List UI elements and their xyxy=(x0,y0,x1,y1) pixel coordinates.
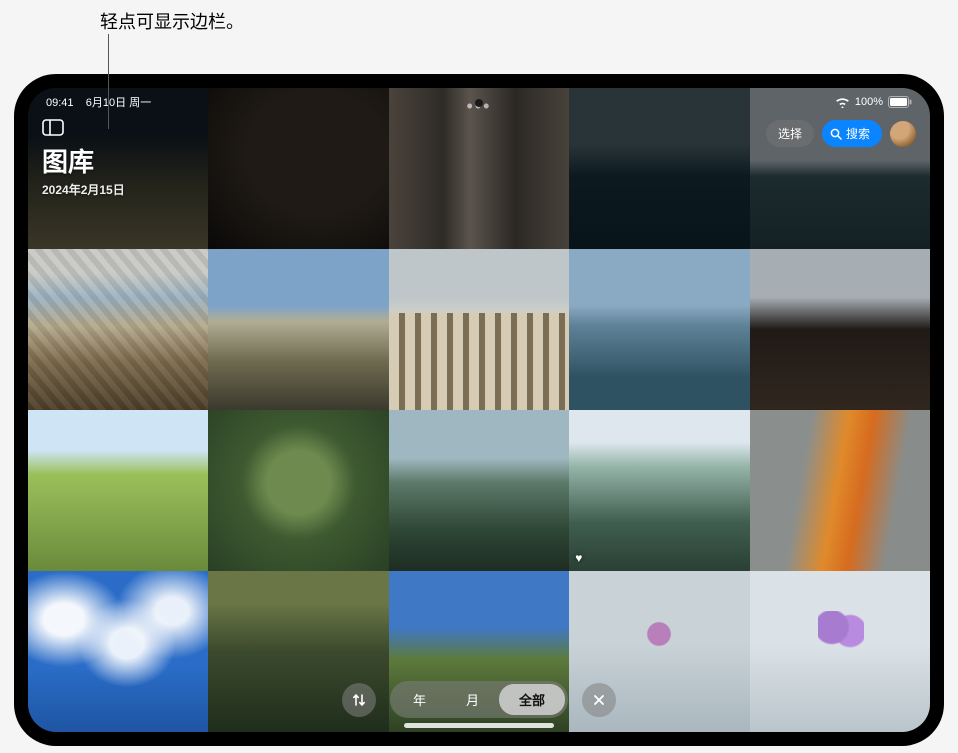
wifi-icon xyxy=(835,97,850,108)
search-button[interactable]: 搜索 xyxy=(822,120,882,147)
sidebar-toggle-button[interactable] xyxy=(42,118,64,136)
status-left: 09:41 6月10日 周一 xyxy=(46,94,151,110)
page-subtitle: 2024年2月15日 xyxy=(42,181,125,198)
front-camera-dot xyxy=(475,99,483,107)
status-date: 6月10日 周一 xyxy=(86,97,151,109)
photo-thumb[interactable] xyxy=(208,410,388,571)
photo-thumb[interactable]: ♥ xyxy=(569,410,749,571)
photo-thumb[interactable] xyxy=(389,410,569,571)
battery-icon xyxy=(888,96,912,108)
header-right: 选择 搜索 xyxy=(766,120,916,147)
sidebar-icon xyxy=(42,119,64,136)
photo-thumb[interactable] xyxy=(28,249,208,410)
photo-thumb[interactable] xyxy=(28,410,208,571)
select-button[interactable]: 选择 xyxy=(766,120,814,147)
favorite-heart-icon: ♥ xyxy=(575,551,582,565)
sort-button[interactable] xyxy=(342,683,376,717)
profile-avatar[interactable] xyxy=(890,121,916,147)
header: 图库 2024年2月15日 选择 搜索 xyxy=(28,112,930,198)
photo-thumb[interactable] xyxy=(750,410,930,571)
close-icon xyxy=(592,693,606,707)
close-button[interactable] xyxy=(582,683,616,717)
photo-thumb[interactable] xyxy=(569,249,749,410)
search-label: 搜索 xyxy=(846,125,870,142)
segment-year[interactable]: 年 xyxy=(393,684,446,715)
battery-percent: 100% xyxy=(855,96,883,108)
photo-thumb[interactable] xyxy=(389,249,569,410)
sort-arrows-icon xyxy=(351,692,367,708)
ipad-frame: 09:41 6月10日 周一 100% ••• 图库 2024年2月15日 选择 xyxy=(14,74,944,746)
photo-thumb[interactable] xyxy=(750,249,930,410)
search-icon xyxy=(830,128,842,140)
status-time: 09:41 xyxy=(46,97,74,109)
screen: 09:41 6月10日 周一 100% ••• 图库 2024年2月15日 选择 xyxy=(28,88,930,732)
page-title: 图库 xyxy=(42,142,125,179)
home-indicator[interactable] xyxy=(404,723,554,728)
callout-leader-line xyxy=(108,34,109,129)
bottom-controls: 年 月 全部 xyxy=(28,681,930,718)
segment-all[interactable]: 全部 xyxy=(499,684,565,715)
segment-month[interactable]: 月 xyxy=(446,684,499,715)
time-segmented-control: 年 月 全部 xyxy=(390,681,568,718)
header-left: 图库 2024年2月15日 xyxy=(42,118,125,198)
status-right: 100% xyxy=(835,96,912,108)
callout-text: 轻点可显示边栏。 xyxy=(100,8,244,34)
photo-thumb[interactable] xyxy=(208,249,388,410)
